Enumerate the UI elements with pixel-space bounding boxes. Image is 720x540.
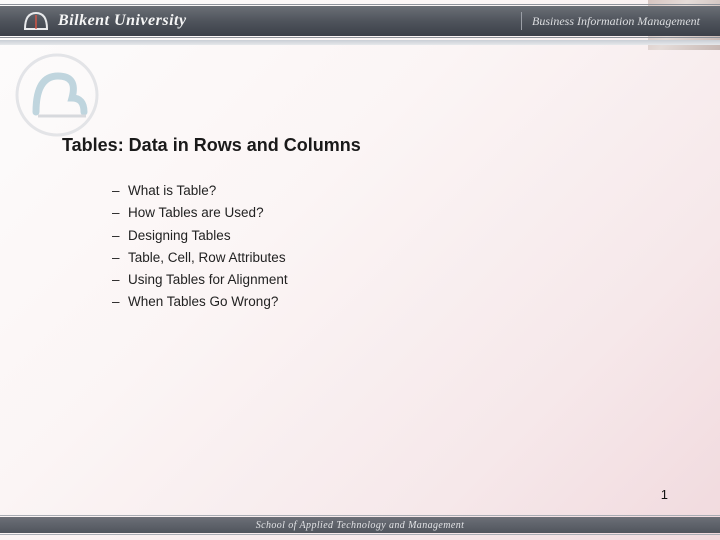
list-item: –Using Tables for Alignment [112, 269, 288, 291]
dash-icon: – [112, 180, 128, 202]
list-item-label: When Tables Go Wrong? [128, 291, 278, 313]
footer-bar: School of Applied Technology and Managem… [0, 517, 720, 533]
list-item: –When Tables Go Wrong? [112, 291, 288, 313]
dash-icon: – [112, 225, 128, 247]
list-item: –What is Table? [112, 180, 288, 202]
list-item: –Table, Cell, Row Attributes [112, 247, 288, 269]
footer-rule-2 [0, 534, 720, 535]
dash-icon: – [112, 247, 128, 269]
top-rule-2 [0, 37, 720, 38]
header-bar: Bilkent University Business Information … [0, 6, 720, 36]
header-left: Bilkent University [0, 9, 187, 33]
list-item: –Designing Tables [112, 225, 288, 247]
top-rule-1 [0, 4, 720, 5]
list-item: –How Tables are Used? [112, 202, 288, 224]
footer-rule-1 [0, 515, 720, 516]
list-item-label: Using Tables for Alignment [128, 269, 288, 291]
list-item-label: Table, Cell, Row Attributes [128, 247, 286, 269]
list-item-label: What is Table? [128, 180, 216, 202]
footer-text: School of Applied Technology and Managem… [256, 520, 465, 531]
list-item-label: How Tables are Used? [128, 202, 264, 224]
dash-icon: – [112, 202, 128, 224]
dash-icon: – [112, 291, 128, 313]
header-separator [521, 12, 522, 30]
university-logo-icon [22, 9, 50, 33]
list-item-label: Designing Tables [128, 225, 231, 247]
university-name: Bilkent University [58, 12, 187, 30]
header-right: Business Information Management [521, 12, 720, 30]
slide-title: Tables: Data in Rows and Columns [62, 135, 361, 156]
dash-icon: – [112, 269, 128, 291]
bullet-list: –What is Table? –How Tables are Used? –D… [112, 180, 288, 314]
header-subtitle: Business Information Management [532, 14, 700, 29]
top-rule-thick [0, 40, 720, 45]
slide: Bilkent University Business Information … [0, 0, 720, 540]
page-number: 1 [661, 487, 668, 502]
